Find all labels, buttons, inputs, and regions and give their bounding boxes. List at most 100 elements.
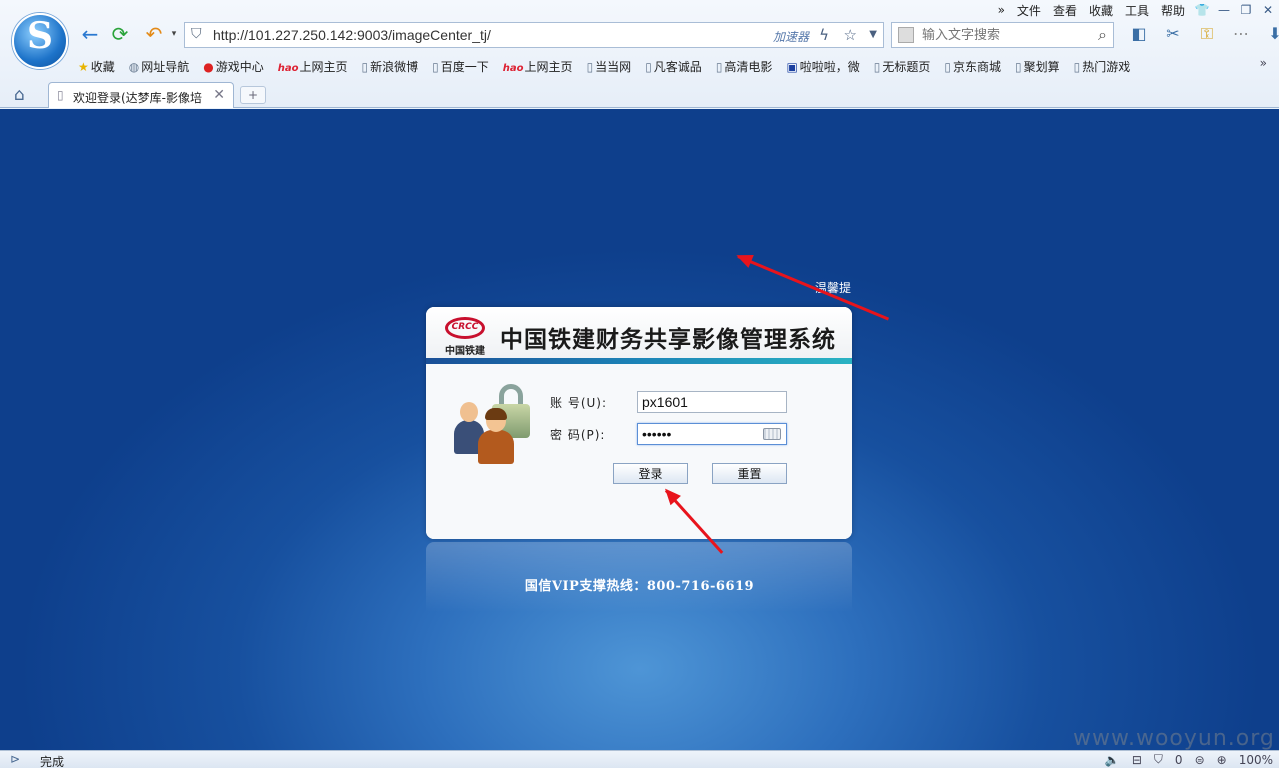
account-label: 账 号(U): bbox=[550, 396, 608, 410]
star-icon: ★ bbox=[78, 59, 89, 74]
device-icon[interactable]: ⊜ bbox=[1195, 753, 1205, 767]
support-hotline: 国信VIP支撑热线：800-716-6619 bbox=[524, 579, 755, 594]
page-icon: ▯ bbox=[873, 59, 881, 74]
top-menu: » 文件 查看 收藏 工具 帮助 👕 — ❐ ✕ bbox=[992, 0, 1279, 20]
zoom-level[interactable]: 100% bbox=[1239, 753, 1273, 767]
more-tools-icon[interactable]: ⋯ bbox=[1224, 22, 1258, 46]
page-icon: ▯ bbox=[432, 59, 439, 74]
users-lock-icon bbox=[454, 382, 534, 464]
minimize-icon[interactable]: — bbox=[1213, 3, 1235, 17]
keyboard-icon[interactable] bbox=[763, 428, 781, 440]
bookmarks-bar: ★ 收藏 ◍ 网址导航 ● 游戏中心 hao上网主页 ▯ 新浪微博 ▯ 百度一下 hao上… bbox=[78, 56, 1144, 76]
bookmark-item[interactable]: ▯ 新浪微博 bbox=[362, 58, 419, 75]
bookmark-item[interactable]: hao上网主页 bbox=[278, 58, 348, 75]
tab-active[interactable]: ▯ 欢迎登录(达梦库-影像培 ✕ bbox=[48, 82, 234, 108]
page-icon: ▯ bbox=[361, 59, 369, 74]
bookmark-item[interactable]: ▣ 啦啦啦，微 bbox=[786, 58, 859, 75]
page-icon: ▯ bbox=[1073, 59, 1081, 74]
page-icon: ▯ bbox=[586, 59, 594, 74]
address-url[interactable]: http://101.227.250.142:9003/imageCenter_… bbox=[213, 27, 491, 43]
adblock-icon[interactable]: ⛉ bbox=[1154, 752, 1163, 767]
bookmark-item[interactable]: ▯ 高清电影 bbox=[716, 58, 773, 75]
page-icon: ▯ bbox=[944, 59, 952, 74]
globe-icon: ◍ bbox=[128, 59, 140, 74]
toolbar-icons: ◧ ✂ ⚿ ⋯ ⬇ bbox=[1122, 22, 1279, 46]
screenshot-icon[interactable]: ✂ bbox=[1156, 22, 1190, 46]
star-bookmark-icon[interactable]: ☆ bbox=[844, 26, 857, 44]
password-label: 密 码(P): bbox=[550, 428, 606, 442]
bookmark-item[interactable]: ● 游戏中心 bbox=[203, 58, 264, 75]
volume-icon[interactable]: 🔈 bbox=[1105, 753, 1120, 767]
menu-more-icon[interactable]: » bbox=[998, 3, 1005, 17]
bookmark-item[interactable]: ▯ 百度一下 bbox=[432, 58, 489, 75]
adblock-count: 0 bbox=[1174, 752, 1183, 767]
crcc-logo-abbr: CRCC bbox=[451, 322, 479, 332]
crcc-logo-icon: CRCC 中国铁建 bbox=[440, 315, 490, 357]
login-card: CRCC 中国铁建 中国铁建财务共享影像管理系统 账 号(U): 密 码(P):… bbox=[426, 307, 852, 539]
page-content: 温馨提 CRCC 中国铁建 中国铁建财务共享影像管理系统 账 号(U): 密 码… bbox=[0, 109, 1279, 750]
browser-logo-glyph: S bbox=[27, 15, 53, 57]
search-box[interactable]: ⌕ bbox=[891, 22, 1114, 48]
shield-icon: ⛉ bbox=[191, 26, 202, 42]
login-card-header: CRCC 中国铁建 中国铁建财务共享影像管理系统 bbox=[426, 307, 852, 361]
bookmark-item[interactable]: ▯ 聚划算 bbox=[1015, 58, 1060, 75]
restore-icon[interactable]: ❐ bbox=[1235, 3, 1257, 17]
game-icon: ● bbox=[203, 59, 214, 74]
menu-view[interactable]: 查看 bbox=[1053, 2, 1077, 19]
skin-icon[interactable]: 👕 bbox=[1191, 3, 1213, 17]
search-engine-icon[interactable] bbox=[898, 27, 914, 43]
bookmark-item[interactable]: ▯ 当当网 bbox=[587, 58, 632, 75]
bookmark-item[interactable]: ▯ 无标题页 bbox=[874, 58, 931, 75]
bookmark-item[interactable]: ★ 收藏 bbox=[78, 58, 115, 75]
address-dropdown-icon[interactable]: ▼ bbox=[869, 29, 877, 40]
bookmark-item[interactable]: ▯ 京东商城 bbox=[944, 58, 1001, 75]
bookmark-item[interactable]: hao上网主页 bbox=[503, 58, 573, 75]
bookmark-item[interactable]: ▯ 凡客诚品 bbox=[645, 58, 702, 75]
reset-button[interactable]: 重置 bbox=[712, 463, 787, 484]
status-right: 🔈 ⊟ ⛉ 0 ⊜ ⊕ 100% bbox=[1093, 752, 1273, 767]
page-icon: ▯ bbox=[715, 59, 723, 74]
zoom-icon[interactable]: ⊕ bbox=[1217, 753, 1227, 767]
sidebar-expand-icon[interactable]: ⊳ bbox=[10, 752, 20, 766]
bookmark-item[interactable]: ▯ 热门游戏 bbox=[1074, 58, 1131, 75]
key-icon[interactable]: ⚿ bbox=[1190, 22, 1224, 46]
undo-dropdown-icon[interactable]: ▾ bbox=[162, 22, 186, 46]
close-tab-icon[interactable]: ✕ bbox=[213, 87, 225, 103]
page-icon: ▯ bbox=[1015, 59, 1022, 74]
bookmark-item[interactable]: ◍ 网址导航 bbox=[129, 58, 190, 75]
home-icon[interactable]: ⌂ bbox=[14, 85, 34, 105]
page-icon: ▯ bbox=[57, 88, 64, 102]
tab-strip: ⌂ ▯ 欢迎登录(达梦库-影像培 ✕ + bbox=[0, 82, 1279, 108]
new-tab-button[interactable]: + bbox=[240, 86, 266, 104]
sidebar-toggle-icon[interactable]: ◧ bbox=[1122, 22, 1156, 46]
status-text: 完成 bbox=[40, 755, 65, 768]
account-input[interactable] bbox=[637, 391, 787, 413]
login-form: 账 号(U): 密 码(P): 登录 重置 bbox=[426, 364, 852, 539]
search-icon[interactable]: ⌕ bbox=[1098, 25, 1107, 45]
download-icon[interactable]: ⬇ bbox=[1258, 22, 1279, 46]
crcc-logo-cn: 中国铁建 bbox=[445, 346, 485, 357]
menu-favorites[interactable]: 收藏 bbox=[1089, 2, 1113, 19]
status-bar: ⊳ 完成 🔈 ⊟ ⛉ 0 ⊜ ⊕ 100% bbox=[0, 750, 1279, 768]
login-button[interactable]: 登录 bbox=[613, 463, 688, 484]
page-icon: ▯ bbox=[645, 59, 652, 74]
close-window-icon[interactable]: ✕ bbox=[1257, 3, 1279, 17]
menu-help[interactable]: 帮助 bbox=[1161, 2, 1185, 19]
watermark: www.wooyun.org bbox=[1073, 726, 1275, 751]
browser-logo-icon: S bbox=[12, 13, 68, 69]
menu-tools[interactable]: 工具 bbox=[1125, 2, 1149, 19]
menu-file[interactable]: 文件 bbox=[1017, 2, 1041, 19]
paw-icon: ▣ bbox=[786, 59, 798, 74]
bookmarks-more-icon[interactable]: » bbox=[1260, 56, 1267, 70]
hao-icon: hao bbox=[502, 62, 524, 74]
network-icon[interactable]: ⊟ bbox=[1132, 753, 1142, 767]
lightning-icon[interactable]: ϟ bbox=[819, 26, 829, 44]
hao-icon: hao bbox=[277, 62, 299, 74]
system-title: 中国铁建财务共享影像管理系统 bbox=[500, 327, 836, 353]
refresh-icon[interactable]: ⟳ bbox=[108, 22, 132, 46]
back-icon[interactable]: ← bbox=[78, 22, 102, 46]
search-input[interactable] bbox=[922, 26, 1082, 44]
accelerator-label[interactable]: 加速器 bbox=[773, 28, 809, 45]
address-bar[interactable]: ⛉ http://101.227.250.142:9003/imageCente… bbox=[184, 22, 884, 48]
browser-chrome: S » 文件 查看 收藏 工具 帮助 👕 — ❐ ✕ ← ⟳ ↶ ▾ ⛉ htt… bbox=[0, 0, 1279, 108]
